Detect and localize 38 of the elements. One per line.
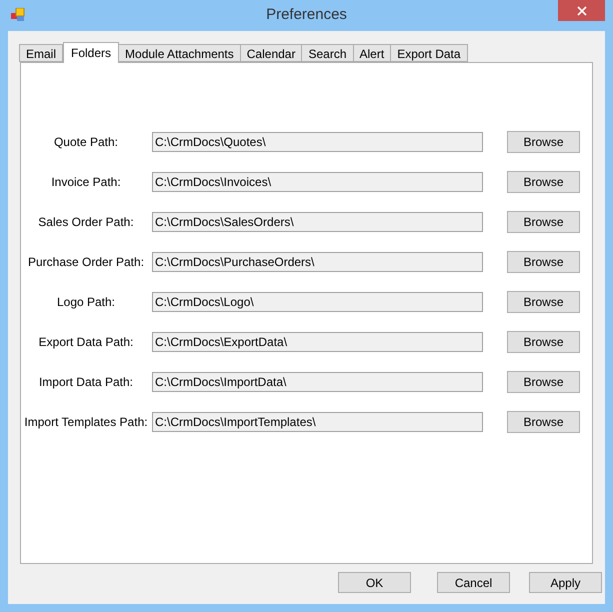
tab[interactable]: Module Attachments xyxy=(118,44,241,62)
path-field[interactable]: C:\CrmDocs\ImportData\ xyxy=(152,372,483,392)
path-label: Import Data Path: xyxy=(38,374,134,391)
browse-button[interactable]: Browse xyxy=(507,331,580,353)
browse-button[interactable]: Browse xyxy=(507,371,580,393)
path-label: Invoice Path: xyxy=(51,174,121,191)
path-label: Import Templates Path: xyxy=(24,414,148,431)
close-button[interactable] xyxy=(558,0,605,21)
dialog-button[interactable]: Apply xyxy=(529,572,602,593)
path-field[interactable]: C:\CrmDocs\SalesOrders\ xyxy=(152,212,483,232)
dialog-button[interactable]: Cancel xyxy=(437,572,510,593)
tab[interactable]: Search xyxy=(301,44,354,62)
path-field[interactable]: C:\CrmDocs\ExportData\ xyxy=(152,332,483,352)
browse-button[interactable]: Browse xyxy=(507,291,580,313)
path-label: Sales Order Path: xyxy=(38,214,134,231)
tab[interactable]: Calendar xyxy=(240,44,302,62)
path-field[interactable]: C:\CrmDocs\Invoices\ xyxy=(152,172,483,192)
window-title: Preferences xyxy=(266,5,347,26)
path-field[interactable]: C:\CrmDocs\Quotes\ xyxy=(152,132,483,152)
close-icon xyxy=(576,6,586,16)
browse-button[interactable]: Browse xyxy=(507,171,580,193)
browse-button[interactable]: Browse xyxy=(507,131,580,153)
dialog-button[interactable]: OK xyxy=(338,572,411,593)
path-label: Purchase Order Path: xyxy=(28,254,144,271)
path-label: Logo Path: xyxy=(56,294,116,311)
browse-button[interactable]: Browse xyxy=(507,251,580,273)
app-icon xyxy=(11,8,25,22)
path-field[interactable]: C:\CrmDocs\ImportTemplates\ xyxy=(152,412,483,432)
tab[interactable]: Alert xyxy=(352,44,392,62)
browse-button[interactable]: Browse xyxy=(507,411,580,433)
path-field[interactable]: C:\CrmDocs\PurchaseOrders\ xyxy=(152,252,483,272)
browse-button[interactable]: Browse xyxy=(507,211,580,233)
tab[interactable]: Folders xyxy=(63,42,120,63)
path-field[interactable]: C:\CrmDocs\Logo\ xyxy=(152,292,483,312)
path-label: Export Data Path: xyxy=(38,334,134,351)
tab[interactable]: Email xyxy=(19,44,64,62)
tab[interactable]: Export Data xyxy=(390,44,468,62)
path-label: Quote Path: xyxy=(54,134,118,151)
